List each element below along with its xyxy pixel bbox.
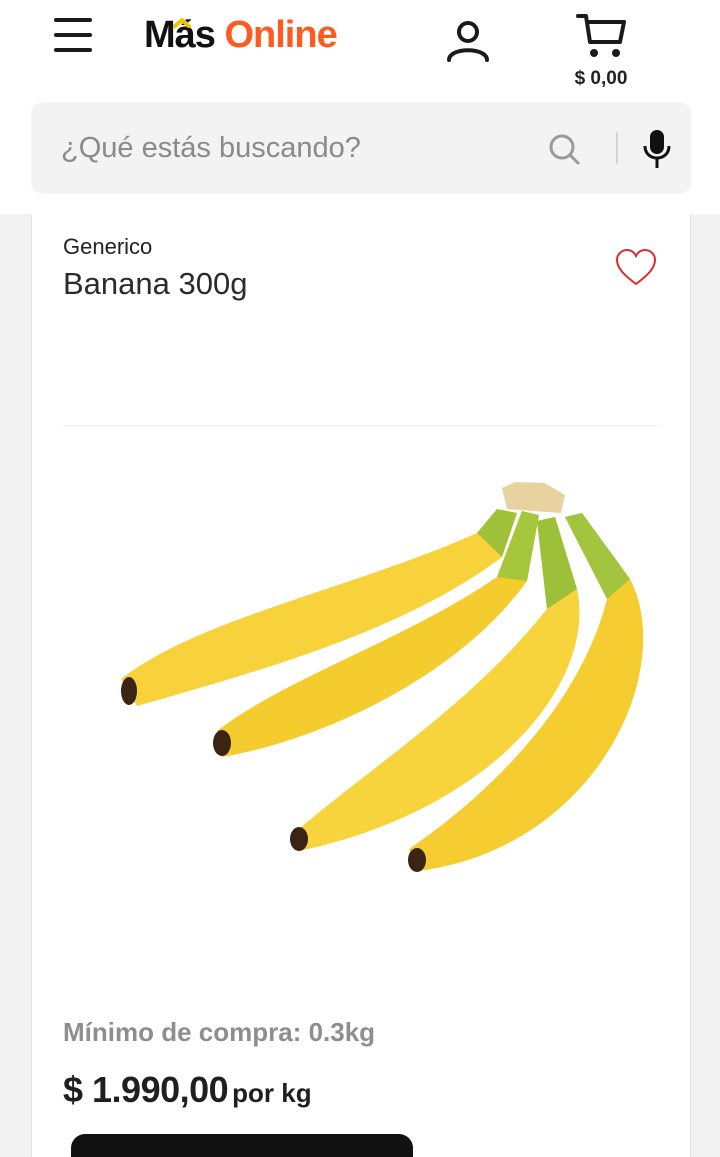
divider bbox=[63, 425, 659, 427]
logo-chevron-icon bbox=[173, 18, 191, 28]
product-name: Banana 300g bbox=[63, 266, 248, 301]
app-header: Más Online $ 0,00 bbox=[0, 0, 720, 214]
logo-online-text: Online bbox=[224, 14, 337, 56]
product-card: Generico Banana 300g Mínimo de compra: 0… bbox=[31, 214, 691, 1157]
favorite-heart-icon[interactable] bbox=[614, 248, 658, 288]
search-bar bbox=[31, 102, 691, 194]
price-unit: por kg bbox=[232, 1078, 312, 1108]
search-icon[interactable] bbox=[547, 132, 581, 166]
shopping-cart-icon[interactable] bbox=[576, 12, 628, 60]
user-account-icon[interactable] bbox=[446, 20, 490, 62]
cart-total[interactable]: $ 0,00 bbox=[560, 68, 642, 90]
product-price: $ 1.990,00 por kg bbox=[63, 1069, 312, 1111]
price-amount: $ 1.990,00 bbox=[63, 1069, 229, 1110]
microphone-icon[interactable] bbox=[641, 128, 673, 170]
product-brand: Generico bbox=[63, 234, 153, 259]
hamburger-menu-icon[interactable] bbox=[54, 18, 94, 54]
add-to-cart-button[interactable] bbox=[71, 1134, 413, 1157]
masonline-logo[interactable]: Más Online bbox=[144, 14, 338, 64]
banana-bunch-image bbox=[121, 482, 644, 872]
search-divider bbox=[616, 132, 618, 164]
minimum-purchase: Mínimo de compra: 0.3kg bbox=[63, 1017, 376, 1047]
search-input[interactable] bbox=[61, 124, 551, 172]
